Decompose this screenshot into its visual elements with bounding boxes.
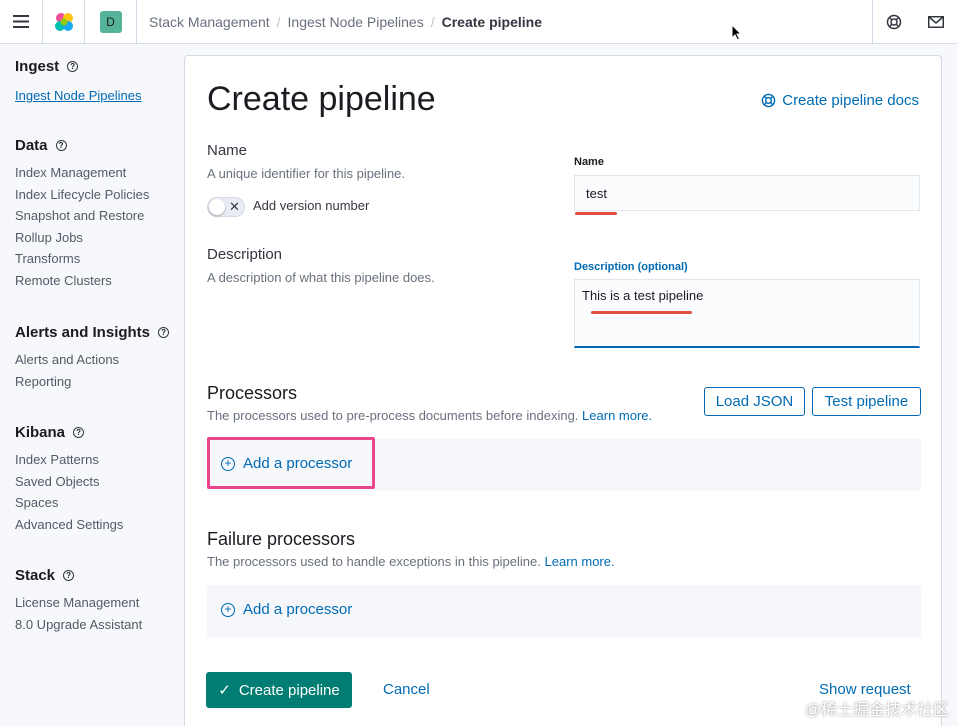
sidebar-item-transforms[interactable]: Transforms bbox=[15, 248, 149, 270]
nav-section-title: Ingest bbox=[15, 58, 60, 75]
description-section-description: A description of what this pipeline does… bbox=[207, 270, 435, 285]
nav-section-data: Data? Index Management Index Lifecycle P… bbox=[15, 137, 149, 292]
space-avatar: D bbox=[99, 10, 122, 33]
failure-processors-tree: + Add a processor bbox=[207, 585, 921, 637]
annotation-underline bbox=[575, 212, 617, 215]
failure-processors-description: The processors used to handle exceptions… bbox=[207, 554, 615, 569]
version-toggle-label: Add version number bbox=[253, 198, 370, 213]
sidebar-item-index-lifecycle-policies[interactable]: Index Lifecycle Policies bbox=[15, 184, 149, 206]
mouse-cursor-icon bbox=[731, 23, 743, 46]
breadcrumb: Stack Management / Ingest Node Pipelines… bbox=[137, 14, 872, 30]
help-icon[interactable]: ? bbox=[67, 61, 79, 72]
sidebar-item-index-management[interactable]: Index Management bbox=[15, 162, 149, 184]
description-section-title: Description bbox=[207, 246, 283, 263]
docs-link-label: Create pipeline docs bbox=[782, 92, 919, 109]
close-icon: ✕ bbox=[229, 199, 240, 214]
sidebar-item-saved-objects[interactable]: Saved Objects bbox=[15, 471, 123, 493]
toggle-knob bbox=[209, 199, 225, 215]
help-icon[interactable]: ? bbox=[158, 327, 170, 338]
test-pipeline-button[interactable]: Test pipeline bbox=[812, 387, 921, 416]
breadcrumb-current: Create pipeline bbox=[441, 13, 542, 30]
processors-learn-more-link[interactable]: Learn more. bbox=[582, 408, 652, 423]
load-json-button[interactable]: Load JSON bbox=[704, 387, 805, 416]
version-toggle[interactable]: ✕ bbox=[207, 197, 245, 217]
nav-section-alerts: Alerts and Insights? Alerts and Actions … bbox=[15, 324, 170, 393]
failure-processors-description-text: The processors used to handle exceptions… bbox=[207, 554, 541, 569]
processors-description: The processors used to pre-process docum… bbox=[207, 408, 652, 423]
sidebar-item-alerts-actions[interactable]: Alerts and Actions bbox=[15, 349, 169, 371]
sidebar-item-reporting[interactable]: Reporting bbox=[15, 371, 169, 393]
help-icon[interactable]: ? bbox=[55, 140, 67, 151]
help-icon[interactable]: ? bbox=[63, 570, 75, 581]
highlight-annotation-box bbox=[207, 437, 375, 489]
watermark-text: @稀土掘金技术社区 bbox=[804, 702, 949, 719]
menu-icon[interactable] bbox=[0, 0, 43, 44]
breadcrumb-ingest-pipelines[interactable]: Ingest Node Pipelines bbox=[288, 14, 424, 30]
sidebar-item-ingest-node-pipelines[interactable]: Ingest Node Pipelines bbox=[15, 85, 141, 107]
nav-section-title: Data bbox=[15, 137, 48, 154]
failure-processors-title: Failure processors bbox=[207, 529, 356, 549]
processors-description-text: The processors used to pre-process docum… bbox=[207, 408, 579, 423]
elastic-logo-icon[interactable] bbox=[43, 0, 85, 44]
name-field-label: Name bbox=[574, 156, 604, 168]
name-input[interactable]: test bbox=[574, 175, 920, 211]
nav-section-stack: Stack? License Management 8.0 Upgrade As… bbox=[15, 567, 142, 635]
check-icon: ✓ bbox=[218, 682, 231, 699]
top-header: D Stack Management / Ingest Node Pipelin… bbox=[0, 0, 957, 44]
newsfeed-mail-icon[interactable] bbox=[915, 0, 957, 44]
sidebar-item-rollup-jobs[interactable]: Rollup Jobs bbox=[15, 227, 149, 249]
breadcrumb-stack-management[interactable]: Stack Management bbox=[149, 14, 270, 30]
side-navigation: Ingest? Ingest Node Pipelines Data? Inde… bbox=[0, 44, 183, 726]
breadcrumb-separator: / bbox=[430, 13, 435, 30]
nav-section-ingest: Ingest? Ingest Node Pipelines bbox=[15, 58, 141, 107]
sidebar-item-index-patterns[interactable]: Index Patterns bbox=[15, 449, 123, 471]
nav-section-kibana: Kibana? Index Patterns Saved Objects Spa… bbox=[15, 424, 123, 535]
nav-section-title: Alerts and Insights bbox=[15, 324, 151, 341]
add-processor-label: Add a processor bbox=[243, 601, 353, 618]
add-failure-processor-button[interactable]: + Add a processor bbox=[221, 601, 352, 618]
sidebar-item-advanced-settings[interactable]: Advanced Settings bbox=[15, 514, 123, 536]
space-selector[interactable]: D bbox=[85, 0, 137, 44]
sidebar-item-snapshot-restore[interactable]: Snapshot and Restore bbox=[15, 205, 149, 227]
create-pipeline-button[interactable]: ✓ Create pipeline bbox=[206, 672, 352, 708]
plus-circle-icon: + bbox=[221, 602, 235, 617]
failure-learn-more-link[interactable]: Learn more. bbox=[545, 554, 615, 569]
create-pipeline-panel: Create pipeline Create pipeline docs Nam… bbox=[184, 55, 942, 726]
sidebar-item-license-management[interactable]: License Management bbox=[15, 592, 142, 614]
breadcrumb-separator: / bbox=[276, 13, 281, 30]
create-pipeline-docs-link[interactable]: Create pipeline docs bbox=[761, 92, 919, 109]
nav-section-title: Stack bbox=[15, 567, 56, 584]
nav-section-title: Kibana bbox=[15, 424, 66, 441]
page-title: Create pipeline bbox=[207, 80, 436, 118]
cancel-button[interactable]: Cancel bbox=[383, 681, 430, 698]
help-icon[interactable]: ? bbox=[73, 427, 85, 438]
description-field-label: Description (optional) bbox=[574, 261, 688, 273]
help-menu-icon[interactable] bbox=[872, 0, 915, 44]
help-lifebuoy-icon bbox=[761, 93, 776, 108]
sidebar-item-remote-clusters[interactable]: Remote Clusters bbox=[15, 270, 149, 292]
sidebar-item-upgrade-assistant[interactable]: 8.0 Upgrade Assistant bbox=[15, 614, 142, 636]
name-section-description: A unique identifier for this pipeline. bbox=[207, 166, 406, 181]
annotation-underline bbox=[591, 311, 692, 314]
sidebar-item-spaces[interactable]: Spaces bbox=[15, 492, 123, 514]
name-section-title: Name bbox=[207, 142, 248, 159]
processors-title: Processors bbox=[207, 383, 298, 403]
create-pipeline-label: Create pipeline bbox=[238, 681, 340, 699]
